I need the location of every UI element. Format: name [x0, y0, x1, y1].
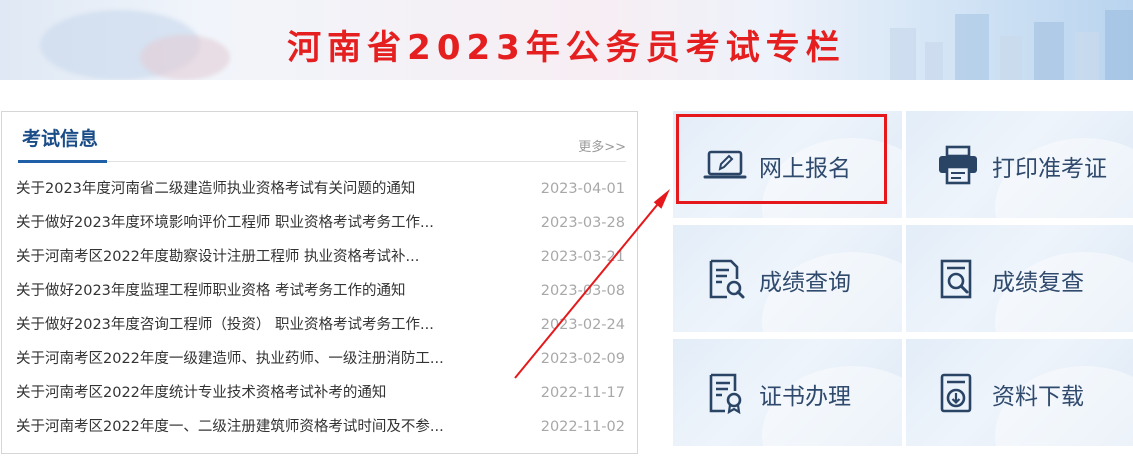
news-item-title[interactable]: 关于做好2023年度咨询工程师（投资） 职业资格考试考务工作... — [16, 308, 434, 342]
news-item-title[interactable]: 关于河南考区2022年度一、二级注册建筑师资格考试时间及不参... — [16, 410, 444, 444]
score-query-button[interactable]: 成绩查询 — [673, 225, 902, 332]
more-link[interactable]: 更多>> — [578, 136, 626, 155]
document-search-icon — [709, 259, 745, 299]
certificate-processing-button[interactable]: 证书办理 — [673, 339, 902, 446]
certificate-icon — [709, 373, 742, 415]
exam-info-title: 考试信息 — [22, 128, 99, 150]
banner-title: 河南省2023年公务员考试专栏 — [287, 28, 846, 68]
title-underline — [18, 160, 107, 163]
news-item-date: 2023-02-09 — [540, 351, 625, 367]
news-item-date: 2023-03-08 — [540, 283, 625, 299]
news-item[interactable]: · 关于河南考区2022年度勘察设计注册工程师 执业资格考试补... 2023-03… — [2, 240, 637, 274]
news-item[interactable]: · 关于河南考区2022年度一、二级注册建筑师资格考试时间及不参... 2022-1… — [2, 410, 637, 444]
news-item-title[interactable]: 关于河南考区2022年度勘察设计注册工程师 执业资格考试补... — [16, 240, 419, 274]
tile-label: 资料下载 — [992, 384, 1084, 410]
header-banner: 河南省2023年公务员考试专栏 — [0, 0, 1133, 80]
news-item-date: 2023-02-24 — [540, 317, 625, 333]
news-item-title[interactable]: 关于2023年度河南省二级建造师执业资格考试有关问题的通知 — [16, 172, 415, 206]
exam-info-panel: 考试信息 更多>> · 关于2023年度河南省二级建造师执业资格考试有关问题的通知… — [1, 111, 638, 454]
news-item-date: 2023-04-01 — [540, 181, 625, 197]
news-item[interactable]: · 关于做好2023年度咨询工程师（投资） 职业资格考试考务工作... 2023-0… — [2, 308, 637, 342]
news-item-date: 2022-11-17 — [540, 385, 625, 401]
exam-info-header: 考试信息 更多>> — [18, 112, 626, 163]
news-item-title[interactable]: 关于做好2023年度环境影响评价工程师 职业资格考试考务工作... — [16, 206, 434, 240]
tile-label: 成绩查询 — [759, 270, 851, 296]
news-item-title[interactable]: 关于河南考区2022年度一级建造师、执业药师、一级注册消防工... — [16, 342, 444, 376]
news-item-title[interactable]: 关于做好2023年度监理工程师职业资格 考试考务工作的通知 — [16, 274, 406, 308]
news-list: · 关于2023年度河南省二级建造师执业资格考试有关问题的通知 2023-04-01… — [2, 172, 637, 444]
print-admission-ticket-button[interactable]: 打印准考证 — [906, 111, 1133, 218]
materials-download-button[interactable]: 资料下载 — [906, 339, 1133, 446]
magnify-document-icon — [940, 259, 972, 299]
news-item-date: 2023-03-28 — [540, 215, 625, 231]
news-item[interactable]: · 关于河南考区2022年度一级建造师、执业药师、一级注册消防工... 2023-0… — [2, 342, 637, 376]
tile-label: 证书办理 — [759, 384, 851, 410]
printer-icon — [939, 145, 977, 185]
score-review-button[interactable]: 成绩复查 — [906, 225, 1133, 332]
news-item-title[interactable]: 关于河南考区2022年度统计专业技术资格考试补考的通知 — [16, 376, 386, 410]
news-item-date: 2022-11-02 — [540, 419, 625, 435]
news-item[interactable]: · 关于2023年度河南省二级建造师执业资格考试有关问题的通知 2023-04-01 — [2, 172, 637, 206]
news-item-date: 2023-03-21 — [540, 249, 625, 265]
news-item[interactable]: · 关于做好2023年度监理工程师职业资格 考试考务工作的通知 2023-03-08 — [2, 274, 637, 308]
tile-label: 打印准考证 — [992, 156, 1107, 182]
news-item[interactable]: · 关于做好2023年度环境影响评价工程师 职业资格考试考务工作... 2023-0… — [2, 206, 637, 240]
tile-label: 成绩复查 — [992, 270, 1084, 296]
download-document-icon — [940, 373, 972, 413]
news-item[interactable]: · 关于河南考区2022年度统计专业技术资格考试补考的通知 2022-11-17 — [2, 376, 637, 410]
highlight-box — [676, 114, 887, 204]
